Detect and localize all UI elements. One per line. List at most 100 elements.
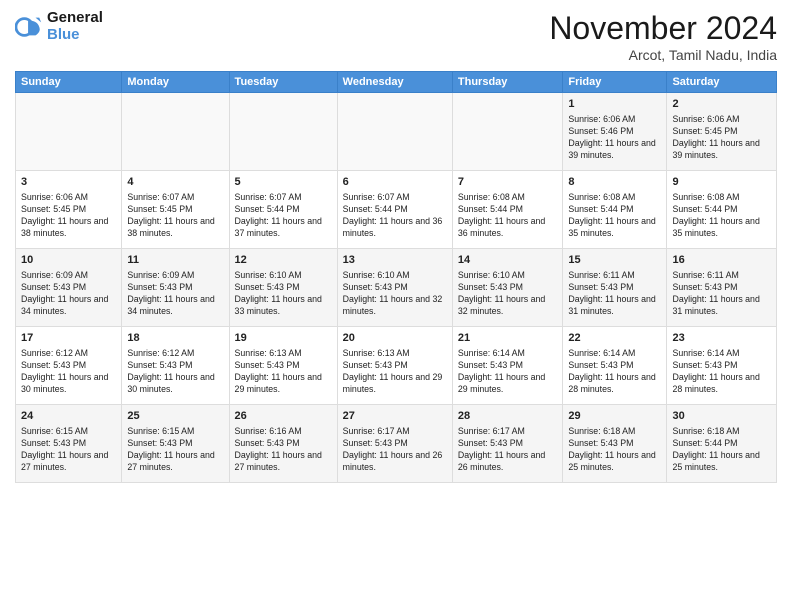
weekday-header: Friday <box>563 72 667 93</box>
calendar-cell <box>452 93 562 171</box>
day-number: 3 <box>21 175 116 190</box>
cell-info: Sunset: 5:43 PM <box>343 282 447 294</box>
cell-info: Daylight: 11 hours and 27 minutes. <box>235 450 332 474</box>
cell-info: Daylight: 11 hours and 25 minutes. <box>568 450 661 474</box>
calendar-cell: 8Sunrise: 6:08 AMSunset: 5:44 PMDaylight… <box>563 171 667 249</box>
calendar-cell <box>16 93 122 171</box>
cell-info: Sunset: 5:44 PM <box>458 204 557 216</box>
calendar-week-row: 24Sunrise: 6:15 AMSunset: 5:43 PMDayligh… <box>16 405 777 483</box>
calendar-cell <box>122 93 229 171</box>
calendar-cell: 29Sunrise: 6:18 AMSunset: 5:43 PMDayligh… <box>563 405 667 483</box>
weekday-header-row: SundayMondayTuesdayWednesdayThursdayFrid… <box>16 72 777 93</box>
calendar-cell: 7Sunrise: 6:08 AMSunset: 5:44 PMDaylight… <box>452 171 562 249</box>
cell-info: Sunset: 5:43 PM <box>568 360 661 372</box>
cell-info: Daylight: 11 hours and 31 minutes. <box>568 294 661 318</box>
day-number: 25 <box>127 409 223 424</box>
day-number: 14 <box>458 253 557 268</box>
day-number: 20 <box>343 331 447 346</box>
cell-info: Sunrise: 6:08 AM <box>458 192 557 204</box>
calendar-cell: 19Sunrise: 6:13 AMSunset: 5:43 PMDayligh… <box>229 327 337 405</box>
cell-info: Sunset: 5:43 PM <box>21 282 116 294</box>
calendar-cell <box>337 93 452 171</box>
weekday-header: Sunday <box>16 72 122 93</box>
cell-info: Daylight: 11 hours and 36 minutes. <box>343 216 447 240</box>
cell-info: Sunrise: 6:11 AM <box>568 270 661 282</box>
calendar-table: SundayMondayTuesdayWednesdayThursdayFrid… <box>15 71 777 483</box>
cell-info: Sunrise: 6:16 AM <box>235 426 332 438</box>
cell-info: Sunrise: 6:17 AM <box>458 426 557 438</box>
day-number: 4 <box>127 175 223 190</box>
day-number: 30 <box>672 409 771 424</box>
calendar-week-row: 10Sunrise: 6:09 AMSunset: 5:43 PMDayligh… <box>16 249 777 327</box>
calendar-cell: 18Sunrise: 6:12 AMSunset: 5:43 PMDayligh… <box>122 327 229 405</box>
cell-info: Sunset: 5:44 PM <box>235 204 332 216</box>
calendar-cell: 30Sunrise: 6:18 AMSunset: 5:44 PMDayligh… <box>667 405 777 483</box>
cell-info: Daylight: 11 hours and 30 minutes. <box>21 372 116 396</box>
calendar-cell: 24Sunrise: 6:15 AMSunset: 5:43 PMDayligh… <box>16 405 122 483</box>
calendar-cell: 27Sunrise: 6:17 AMSunset: 5:43 PMDayligh… <box>337 405 452 483</box>
cell-info: Sunrise: 6:06 AM <box>672 114 771 126</box>
cell-info: Sunset: 5:43 PM <box>568 438 661 450</box>
calendar-cell: 20Sunrise: 6:13 AMSunset: 5:43 PMDayligh… <box>337 327 452 405</box>
calendar-cell: 28Sunrise: 6:17 AMSunset: 5:43 PMDayligh… <box>452 405 562 483</box>
day-number: 13 <box>343 253 447 268</box>
cell-info: Sunrise: 6:06 AM <box>568 114 661 126</box>
cell-info: Sunset: 5:43 PM <box>127 282 223 294</box>
day-number: 27 <box>343 409 447 424</box>
calendar-cell: 11Sunrise: 6:09 AMSunset: 5:43 PMDayligh… <box>122 249 229 327</box>
calendar-cell: 12Sunrise: 6:10 AMSunset: 5:43 PMDayligh… <box>229 249 337 327</box>
cell-info: Sunrise: 6:18 AM <box>672 426 771 438</box>
cell-info: Sunset: 5:43 PM <box>343 360 447 372</box>
cell-info: Sunset: 5:44 PM <box>343 204 447 216</box>
day-number: 17 <box>21 331 116 346</box>
logo-icon <box>15 13 43 41</box>
calendar-cell: 15Sunrise: 6:11 AMSunset: 5:43 PMDayligh… <box>563 249 667 327</box>
header: General Blue November 2024 Arcot, Tamil … <box>15 10 777 63</box>
cell-info: Sunset: 5:45 PM <box>672 126 771 138</box>
cell-info: Daylight: 11 hours and 34 minutes. <box>21 294 116 318</box>
cell-info: Sunset: 5:44 PM <box>672 204 771 216</box>
weekday-header: Tuesday <box>229 72 337 93</box>
page: General Blue November 2024 Arcot, Tamil … <box>0 0 792 612</box>
day-number: 23 <box>672 331 771 346</box>
day-number: 11 <box>127 253 223 268</box>
cell-info: Daylight: 11 hours and 39 minutes. <box>568 138 661 162</box>
calendar-cell: 6 Sunrise: 6:07 AMSunset: 5:44 PMDaylight… <box>337 171 452 249</box>
cell-info: Sunset: 5:43 PM <box>21 360 116 372</box>
weekday-header: Thursday <box>452 72 562 93</box>
cell-info: Sunrise: 6:07 AM <box>343 192 447 204</box>
calendar-cell: 2Sunrise: 6:06 AMSunset: 5:45 PMDaylight… <box>667 93 777 171</box>
day-number: 28 <box>458 409 557 424</box>
location: Arcot, Tamil Nadu, India <box>549 47 777 63</box>
cell-info: Daylight: 11 hours and 27 minutes. <box>21 450 116 474</box>
cell-info: Sunrise: 6:06 AM <box>21 192 116 204</box>
day-number: 6 <box>343 175 447 190</box>
cell-info: Daylight: 11 hours and 39 minutes. <box>672 138 771 162</box>
cell-info: Daylight: 11 hours and 33 minutes. <box>235 294 332 318</box>
calendar-cell: 21Sunrise: 6:14 AMSunset: 5:43 PMDayligh… <box>452 327 562 405</box>
day-number: 22 <box>568 331 661 346</box>
cell-info: Sunset: 5:45 PM <box>127 204 223 216</box>
cell-info: Daylight: 11 hours and 29 minutes. <box>343 372 447 396</box>
logo-text: General Blue <box>47 10 103 43</box>
cell-info: Sunset: 5:43 PM <box>21 438 116 450</box>
weekday-header: Wednesday <box>337 72 452 93</box>
cell-info: Sunset: 5:43 PM <box>568 282 661 294</box>
weekday-header: Saturday <box>667 72 777 93</box>
cell-info: Sunset: 5:43 PM <box>235 360 332 372</box>
cell-info: Daylight: 11 hours and 31 minutes. <box>672 294 771 318</box>
cell-info: Sunset: 5:46 PM <box>568 126 661 138</box>
day-number: 16 <box>672 253 771 268</box>
cell-info: Sunset: 5:43 PM <box>127 438 223 450</box>
calendar-cell: 9Sunrise: 6:08 AMSunset: 5:44 PMDaylight… <box>667 171 777 249</box>
calendar-cell: 16Sunrise: 6:11 AMSunset: 5:43 PMDayligh… <box>667 249 777 327</box>
logo: General Blue <box>15 10 103 43</box>
day-number: 18 <box>127 331 223 346</box>
calendar-cell: 17 Sunrise: 6:12 AMSunset: 5:43 PMDayligh… <box>16 327 122 405</box>
calendar-cell: 14Sunrise: 6:10 AMSunset: 5:43 PMDayligh… <box>452 249 562 327</box>
cell-info: Sunrise: 6:12 AM <box>21 348 116 360</box>
day-number: 7 <box>458 175 557 190</box>
cell-info: Sunrise: 6:14 AM <box>568 348 661 360</box>
weekday-header: Monday <box>122 72 229 93</box>
cell-info: Sunrise: 6:15 AM <box>127 426 223 438</box>
